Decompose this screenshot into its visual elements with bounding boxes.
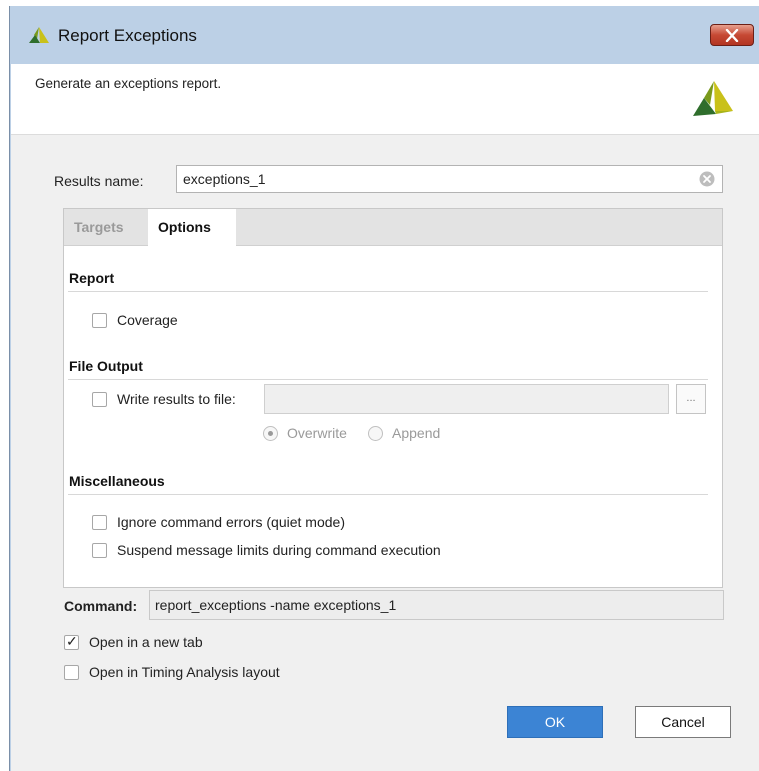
overwrite-radio[interactable] — [263, 426, 278, 441]
open-new-tab-checkbox[interactable]: ✓ — [64, 633, 79, 650]
section-divider — [68, 379, 708, 380]
checkmark-icon: ✓ — [66, 633, 78, 649]
close-button[interactable] — [710, 24, 754, 46]
clear-circle-icon[interactable] — [699, 171, 715, 187]
dialog-body: Generate an exceptions report. Results n… — [11, 64, 759, 771]
tab-targets[interactable]: Targets — [74, 209, 124, 245]
cancel-button[interactable]: Cancel — [635, 706, 731, 738]
append-label: Append — [392, 425, 441, 441]
coverage-label: Coverage — [117, 312, 178, 328]
results-name-label: Results name: — [54, 173, 144, 189]
tab-strip: Targets Options — [64, 209, 722, 246]
window-title: Report Exceptions — [58, 26, 197, 45]
brand-logo-icon — [693, 81, 733, 116]
command-text: report_exceptions -name exceptions_1 — [155, 597, 397, 613]
results-file-path-input[interactable] — [264, 384, 669, 414]
command-preview-field: report_exceptions -name exceptions_1 — [149, 590, 724, 620]
ignore-errors-checkbox[interactable] — [92, 515, 107, 530]
coverage-checkbox[interactable] — [92, 313, 107, 328]
open-new-tab-label: Open in a new tab — [89, 634, 203, 650]
section-title-file-output: File Output — [69, 358, 143, 374]
ok-button[interactable]: OK — [507, 706, 603, 738]
write-results-label: Write results to file: — [117, 391, 236, 407]
close-icon — [725, 29, 739, 42]
command-label: Command: — [64, 598, 138, 614]
suspend-limits-label: Suspend message limits during command ex… — [117, 542, 441, 558]
ignore-errors-label: Ignore command errors (quiet mode) — [117, 514, 345, 530]
results-name-value[interactable]: exceptions_1 — [183, 171, 266, 187]
dialog-header: Generate an exceptions report. — [11, 64, 759, 135]
open-timing-layout-checkbox[interactable] — [64, 665, 79, 680]
section-title-miscellaneous: Miscellaneous — [69, 473, 165, 489]
app-logo-icon — [29, 27, 49, 43]
options-tab-panel: Targets Options Report Coverage File Out… — [63, 208, 723, 588]
browse-button[interactable]: ... — [676, 384, 706, 414]
append-radio[interactable] — [368, 426, 383, 441]
suspend-limits-checkbox[interactable] — [92, 543, 107, 558]
section-divider — [68, 494, 708, 495]
section-title-report: Report — [69, 270, 115, 286]
dialog-description: Generate an exceptions report. — [35, 76, 222, 91]
report-exceptions-dialog: Report Exceptions Generate an exceptions… — [9, 6, 759, 771]
open-timing-layout-label: Open in Timing Analysis layout — [89, 664, 280, 680]
tab-options[interactable]: Options — [148, 209, 236, 246]
results-name-input[interactable]: exceptions_1 — [176, 165, 723, 193]
overwrite-label: Overwrite — [287, 425, 347, 441]
radio-selected-dot — [268, 431, 273, 436]
write-results-checkbox[interactable] — [92, 392, 107, 407]
section-divider — [68, 291, 708, 292]
title-bar[interactable]: Report Exceptions — [10, 6, 759, 64]
